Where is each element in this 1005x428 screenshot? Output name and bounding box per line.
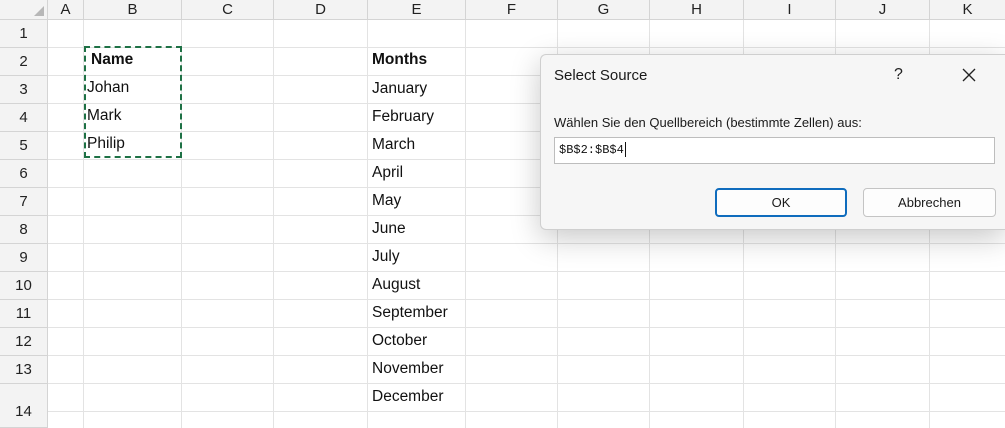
ok-button[interactable]: OK [715, 188, 847, 217]
column-header-b[interactable]: B [84, 0, 182, 20]
select-all-button[interactable] [0, 0, 48, 20]
cell-e13[interactable]: December [372, 388, 444, 406]
column-header-f[interactable]: F [466, 0, 558, 20]
cancel-button[interactable]: Abbrechen [863, 188, 996, 217]
gridline [48, 271, 1005, 272]
dialog-title: Select Source [554, 67, 648, 84]
cell-e10[interactable]: September [372, 304, 448, 322]
row-header-14[interactable]: 14 [0, 384, 48, 428]
row-header-3[interactable]: 3 [0, 76, 48, 104]
column-header-g[interactable]: G [558, 0, 650, 20]
gridline [48, 411, 1005, 412]
cell-e9[interactable]: August [372, 276, 420, 294]
gridline [273, 20, 274, 428]
select-all-icon [34, 6, 44, 16]
cell-e8[interactable]: July [372, 248, 400, 266]
copy-selection-marquee [84, 46, 182, 158]
row-header-9[interactable]: 9 [0, 244, 48, 272]
column-header-d[interactable]: D [274, 0, 368, 20]
cell-e12[interactable]: November [372, 360, 444, 378]
cell-e2[interactable]: January [372, 80, 427, 98]
row-header-4[interactable]: 4 [0, 104, 48, 132]
gridline [367, 20, 368, 428]
cell-e5[interactable]: April [372, 164, 403, 182]
gridline [48, 243, 1005, 244]
select-source-dialog: Select Source ? Wählen Sie den Quellbere… [540, 54, 1005, 230]
column-header-e[interactable]: E [368, 0, 466, 20]
source-range-input[interactable]: $B$2:$B$4 [554, 137, 995, 164]
cell-e7[interactable]: June [372, 220, 406, 238]
text-caret [624, 142, 626, 158]
help-button[interactable]: ? [894, 66, 903, 84]
gridline [48, 47, 1005, 48]
gridline [48, 327, 1005, 328]
row-header-11[interactable]: 11 [0, 300, 48, 328]
gridline [48, 383, 1005, 384]
cell-e1[interactable]: Months [372, 51, 427, 69]
cell-e6[interactable]: May [372, 192, 401, 210]
row-header-2[interactable]: 2 [0, 48, 48, 76]
close-icon [962, 68, 976, 82]
row-header-5[interactable]: 5 [0, 132, 48, 160]
column-header-j[interactable]: J [836, 0, 930, 20]
dialog-prompt: Wählen Sie den Quellbereich (bestimmte Z… [554, 115, 862, 130]
gridline [465, 20, 466, 428]
column-header-h[interactable]: H [650, 0, 744, 20]
column-header-c[interactable]: C [182, 0, 274, 20]
cell-e3[interactable]: February [372, 108, 434, 126]
cell-e4[interactable]: March [372, 136, 415, 154]
gridline [48, 299, 1005, 300]
row-header-6[interactable]: 6 [0, 160, 48, 188]
row-header-10[interactable]: 10 [0, 272, 48, 300]
row-header-8[interactable]: 8 [0, 216, 48, 244]
row-header-13[interactable]: 13 [0, 356, 48, 384]
cell-e11[interactable]: October [372, 332, 427, 350]
source-range-value: $B$2:$B$4 [559, 143, 624, 157]
column-header-k[interactable]: K [930, 0, 1005, 20]
column-header-a[interactable]: A [48, 0, 84, 20]
row-header-7[interactable]: 7 [0, 188, 48, 216]
column-header-i[interactable]: I [744, 0, 836, 20]
row-header-12[interactable]: 12 [0, 328, 48, 356]
row-header-1[interactable]: 1 [0, 20, 48, 48]
gridline [48, 355, 1005, 356]
close-button[interactable] [957, 63, 981, 87]
